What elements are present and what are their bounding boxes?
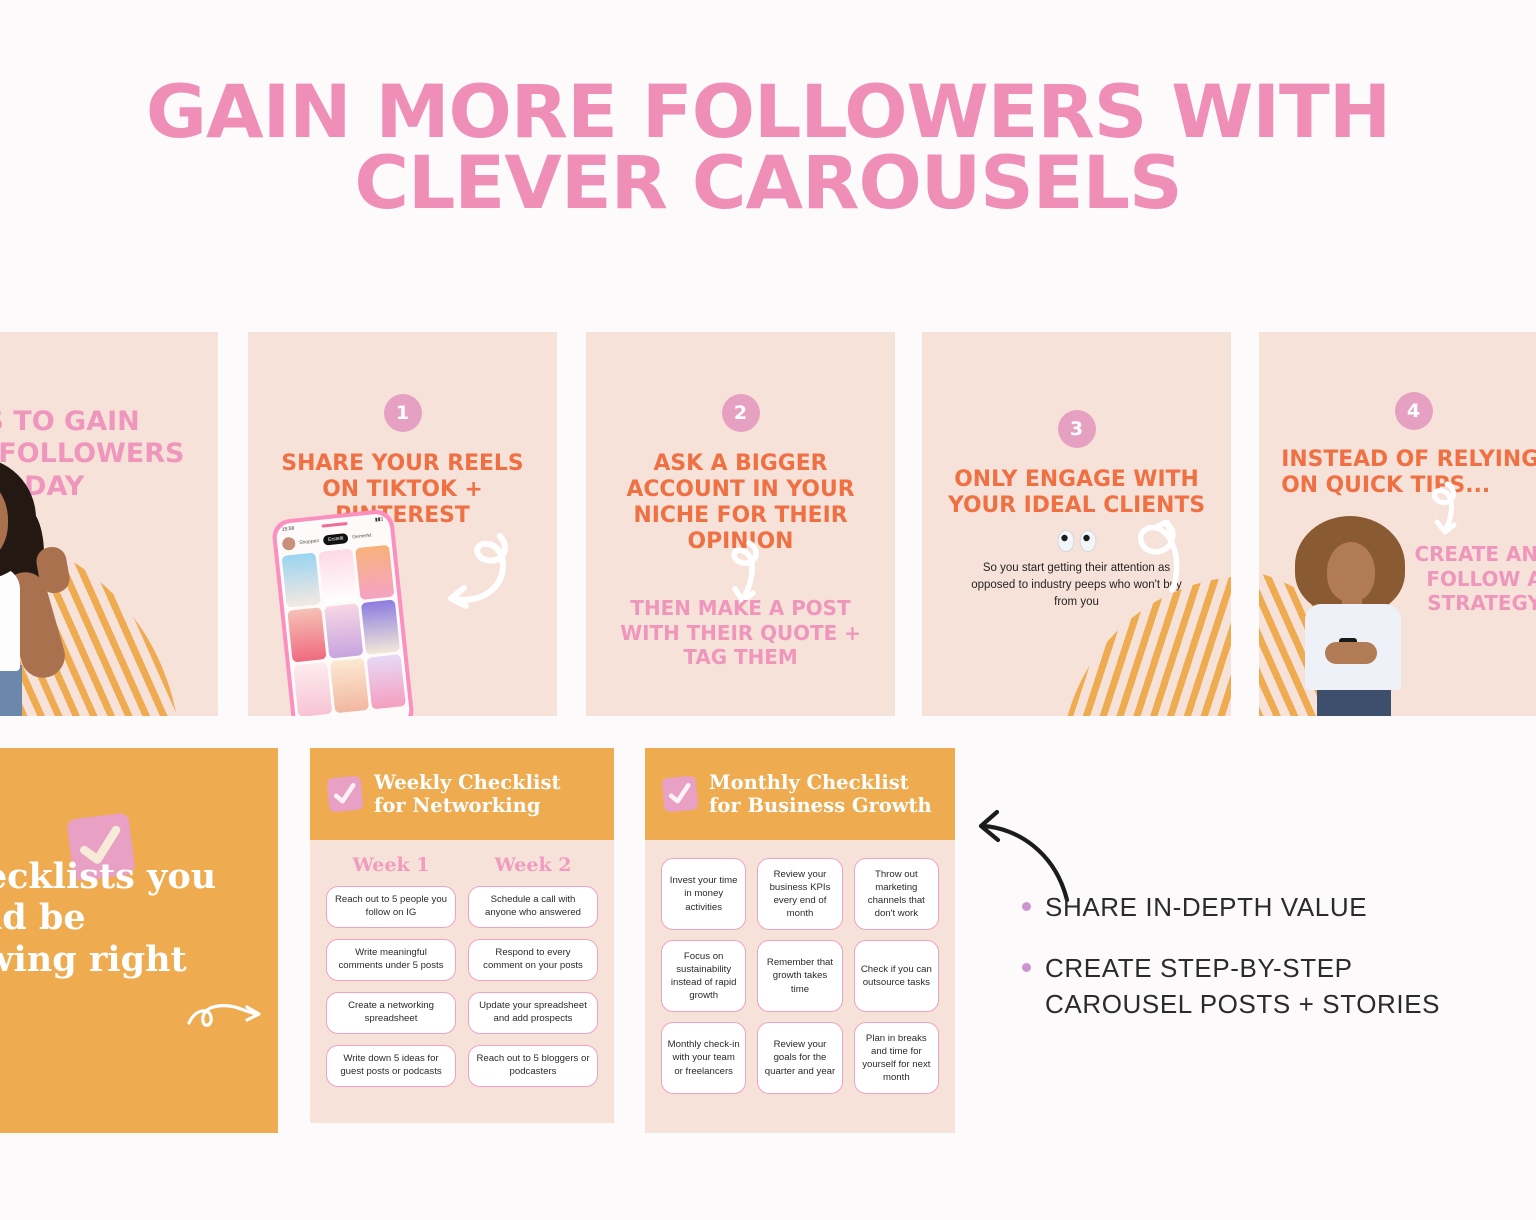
monthly-checklist-header: Monthly Checklist for Business Growth [645,748,955,840]
weekly-checklist-columns: Week 1 Reach out to 5 people you follow … [310,840,614,1098]
checklist-item[interactable]: Schedule a call with anyone who answered [468,886,598,928]
phone-tab-gemerkt[interactable]: Gemerkt [352,532,372,540]
checklist-item[interactable]: Focus on sustainability instead of rapid… [661,940,747,1012]
checklist-item[interactable]: Write meaningful comments under 5 posts [326,939,456,981]
weekly-column-week-2: Week 2 Schedule a call with anyone who a… [468,854,598,1098]
phone-pin-grid [278,541,409,716]
week-2-header: Week 2 [494,854,572,876]
woman-with-phone-photo [1287,516,1422,716]
monthly-checklist-title: Monthly Checklist for Business Growth [709,770,932,817]
phone-tab-shoppen[interactable]: Shoppen [299,538,320,546]
carousel-card-slide-3[interactable]: 3 ONLY ENGAGE WITH YOUR IDEAL CLIENTS So… [922,332,1231,716]
page-title: GAIN MORE FOLLOWERS WITH CLEVER CAROUSEL… [0,76,1536,226]
checklist-item[interactable]: Create a networking spreadsheet [326,992,456,1034]
swirl-arrow-icon [1137,520,1180,593]
phone-tab-erstellt[interactable]: Erstellt [322,532,349,546]
check-icon [326,775,364,813]
checklist-item[interactable]: Plan in breaks and time for yourself for… [853,1022,939,1094]
weekly-checklist-header: Weekly Checklist for Networking [310,748,614,840]
phone-signal-icons: ▮▮▯ [374,516,384,524]
week-1-header: Week 1 [352,854,430,876]
woman-pointing-photo [0,451,87,716]
takeaway-text: SHARE IN-DEPTH VALUE [1045,892,1368,922]
checklist-item[interactable]: Invest your time in money activities [661,858,747,930]
step-badge-4: 4 [1394,392,1433,430]
takeaways-list: SHARE IN-DEPTH VALUE CREATE STEP-BY-STEP… [1022,890,1502,1048]
weekly-column-week-1: Week 1 Reach out to 5 people you follow … [326,854,456,1098]
takeaway-text: CREATE STEP-BY-STEP CAROUSEL POSTS + STO… [1045,953,1441,1019]
bullet-dot-icon [1022,963,1031,973]
checklist-item[interactable]: Check if you can outsource tasks [853,940,939,1012]
checklist-item[interactable]: Review your goals for the quarter and ye… [757,1022,843,1094]
weekly-checklist-card[interactable]: Weekly Checklist for Networking Week 1 R… [310,748,614,1123]
checklist-item[interactable]: Respond to every comment on your posts [468,939,598,981]
bullet-dot-icon [1022,902,1031,911]
eyes-emoji-icon [1057,530,1096,552]
checklist-item[interactable]: Throw out marketing channels that don't … [853,858,939,930]
carousel-card-slide-4[interactable]: 4 INSTEAD OF RELYING ON QUICK TIPS... CR… [1259,332,1536,716]
checklists-promo-card[interactable]: 3 Checklists you should be following rig… [0,748,278,1133]
slide-2-subheading: THEN MAKE A POST WITH THEIR QUOTE + TAG … [620,596,861,670]
phone-notch-pill [321,521,348,528]
checklist-item[interactable]: Reach out to 5 bloggers or podcasters [468,1045,598,1087]
checklist-item[interactable]: Reach out to 5 people you follow on IG [326,886,456,928]
step-badge-3: 3 [1057,410,1096,448]
carousel-card-cover[interactable]: WAYS TO GAIN NEW FOLLOWERS EVERY DAY [0,332,218,716]
slide-4-heading: INSTEAD OF RELYING ON QUICK TIPS... [1281,446,1536,499]
check-icon [661,775,699,813]
slide-4-subheading: CREATE AND FOLLOW A STRATEGY [1414,542,1536,616]
list-item: SHARE IN-DEPTH VALUE [1022,890,1502,925]
phone-clock: 15:58 [281,525,295,533]
checklist-item[interactable]: Monthly check-in with your team or freel… [661,1022,747,1094]
monthly-checklist-card[interactable]: Monthly Checklist for Business Growth In… [645,748,955,1133]
squiggle-arrow-icon [187,1004,261,1027]
monthly-checklist-grid: Invest your time in money activities Rev… [645,840,955,1094]
phone-screen: 15:58 ▮▮▯ Shoppen Erstellt Gemerkt [275,512,411,716]
poster-canvas: GAIN MORE FOLLOWERS WITH CLEVER CAROUSEL… [0,0,1536,1220]
checklist-item[interactable]: Review your business KPIs every end of m… [757,858,843,930]
carousel-card-slide-2[interactable]: 2 ASK A BIGGER ACCOUNT IN YOUR NICHE FOR… [586,332,895,716]
weekly-checklist-title: Weekly Checklist for Networking [374,770,561,817]
step-badge-2: 2 [721,394,760,432]
slide-3-heading: ONLY ENGAGE WITH YOUR IDEAL CLIENTS [947,466,1206,519]
carousel-card-slide-1[interactable]: 1 SHARE YOUR REELS ON TIKTOK + PINTEREST… [248,332,557,716]
phone-mockup: 15:58 ▮▮▯ Shoppen Erstellt Gemerkt [270,508,416,716]
checklist-item[interactable]: Update your spreadsheet and add prospect… [468,992,598,1034]
page-title-line-2: CLEVER CAROUSELS [354,140,1182,226]
list-item: CREATE STEP-BY-STEP CAROUSEL POSTS + STO… [1022,951,1502,1022]
checklist-item[interactable]: Remember that growth takes time [757,940,843,1012]
step-badge-1: 1 [383,394,422,432]
checklist-item[interactable]: Write down 5 ideas for guest posts or po… [326,1045,456,1087]
swirl-arrow-icon [448,533,508,609]
swirl-arrow-icon [1432,481,1457,535]
phone-avatar [281,536,296,551]
